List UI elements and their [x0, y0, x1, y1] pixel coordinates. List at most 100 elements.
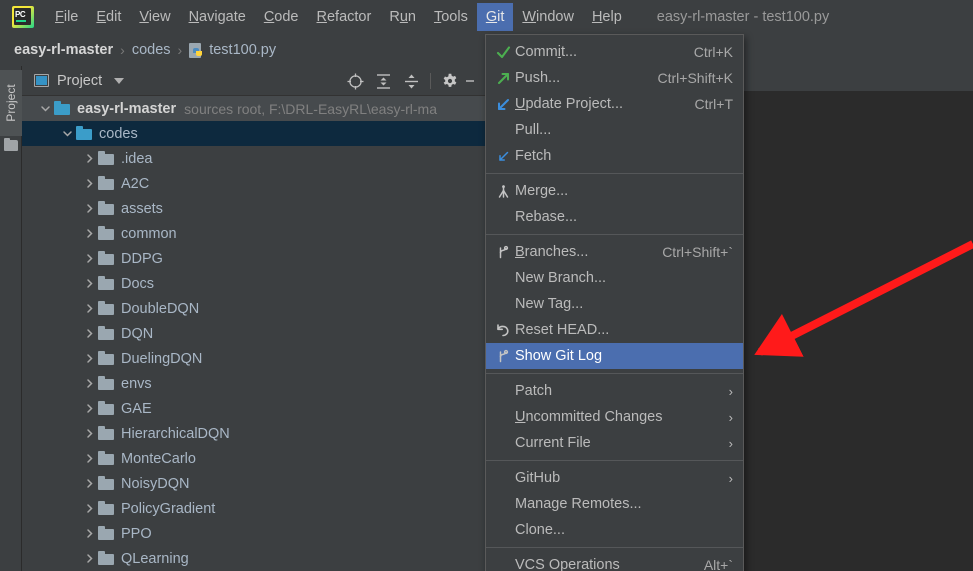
tree-row[interactable]: envs — [22, 371, 486, 396]
git-menu-item-fetch[interactable]: Fetch — [486, 143, 743, 169]
folder-icon[interactable] — [4, 138, 18, 151]
git-menu-item-label: Show Git Log — [515, 348, 603, 364]
tree-row[interactable]: .idea — [22, 146, 486, 171]
git-menu-item-github[interactable]: GitHub › — [486, 465, 743, 491]
collapse-all-icon[interactable] — [397, 68, 425, 94]
settings-gear-icon[interactable] — [436, 68, 464, 94]
chevron-right-icon[interactable] — [80, 553, 98, 564]
git-menu-item-label: Patch — [515, 383, 553, 399]
folder-blue-icon — [54, 101, 70, 115]
tree-item-label: PolicyGradient — [121, 500, 216, 517]
git-menu-item-push[interactable]: Push... Ctrl+Shift+K — [486, 65, 743, 91]
folder-icon — [98, 376, 114, 390]
chevron-right-icon[interactable] — [80, 453, 98, 464]
tree-row[interactable]: DQN — [22, 321, 486, 346]
tree-row[interactable]: codes — [22, 121, 486, 146]
menu-code[interactable]: Code — [255, 3, 308, 31]
chevron-right-icon[interactable] — [80, 253, 98, 264]
tree-row[interactable]: MonteCarlo — [22, 446, 486, 471]
tree-item-label: A2C — [121, 175, 150, 192]
menu-help[interactable]: Help — [583, 3, 631, 31]
tree-row[interactable]: GAE — [22, 396, 486, 421]
git-menu-item-new-tag[interactable]: New Tag... — [486, 291, 743, 317]
git-menu-item-branches[interactable]: Branches... Ctrl+Shift+` — [486, 239, 743, 265]
project-panel-title: Project — [57, 72, 103, 89]
chevron-right-icon[interactable] — [80, 228, 98, 239]
chevron-down-icon[interactable] — [114, 77, 125, 84]
git-menu-item-label: VCS Operations — [515, 557, 620, 571]
tree-row[interactable]: assets — [22, 196, 486, 221]
menu-edit[interactable]: Edit — [87, 3, 130, 31]
git-menu-item-manage-remotes[interactable]: Manage Remotes... — [486, 491, 743, 517]
menu-window[interactable]: Window — [513, 3, 583, 31]
chevron-right-icon[interactable] — [80, 503, 98, 514]
git-menu-item-vcs-operations[interactable]: VCS Operations Alt+` — [486, 552, 743, 571]
git-menu-item-label: Clone... — [515, 522, 565, 538]
breadcrumb-item[interactable]: test100.py — [209, 42, 276, 58]
git-menu-item-pull[interactable]: Pull... — [486, 117, 743, 143]
git-dropdown-menu[interactable]: Commit... Ctrl+K Push... Ctrl+Shift+K Update… — [485, 34, 744, 571]
menu-view[interactable]: View — [130, 3, 179, 31]
git-menu-item-label: Uncommitted Changes — [515, 409, 663, 425]
tool-window-tab-project[interactable]: Project — [0, 70, 22, 136]
chevron-right-icon[interactable] — [80, 153, 98, 164]
tree-row[interactable]: HierarchicalDQN — [22, 421, 486, 446]
menu-run[interactable]: Run — [380, 3, 425, 31]
project-tree[interactable]: easy-rl-master sources root, F:\DRL-EasyR… — [22, 96, 486, 571]
git-menu-item-clone[interactable]: Clone... — [486, 517, 743, 543]
chevron-right-icon[interactable] — [80, 428, 98, 439]
locate-icon[interactable] — [341, 68, 369, 94]
git-menu-item-rebase[interactable]: Rebase... — [486, 204, 743, 230]
tree-row[interactable]: DDPG — [22, 246, 486, 271]
menu-git[interactable]: Git — [476, 3, 514, 31]
git-menu-item-uncommitted-changes[interactable]: Uncommitted Changes › — [486, 404, 743, 430]
chevron-right-icon[interactable] — [80, 528, 98, 539]
chevron-right-icon[interactable] — [80, 403, 98, 414]
branch-icon — [491, 242, 515, 262]
no-icon — [491, 433, 515, 453]
expand-all-icon[interactable] — [369, 68, 397, 94]
breadcrumb-item[interactable]: codes — [132, 42, 171, 58]
git-menu-item-reset-head[interactable]: Reset HEAD... — [486, 317, 743, 343]
git-menu-item-current-file[interactable]: Current File › — [486, 430, 743, 456]
git-menu-item-label: GitHub — [515, 470, 561, 486]
tree-item-label: easy-rl-master — [77, 100, 177, 117]
git-menu-item-merge[interactable]: Merge... — [486, 178, 743, 204]
git-menu-item-new-branch[interactable]: New Branch... — [486, 265, 743, 291]
tree-row[interactable]: easy-rl-master sources root, F:\DRL-EasyR… — [22, 96, 486, 121]
chevron-down-icon[interactable] — [58, 128, 76, 139]
chevron-right-icon[interactable] — [80, 378, 98, 389]
git-menu-item-commit[interactable]: Commit... Ctrl+K — [486, 39, 743, 65]
menu-tools[interactable]: Tools — [425, 3, 477, 31]
chevron-right-icon[interactable] — [80, 353, 98, 364]
tree-row[interactable]: DuelingDQN — [22, 346, 486, 371]
folder-icon — [98, 401, 114, 415]
tree-item-label: NoisyDQN — [121, 475, 190, 492]
breadcrumb-item[interactable]: easy-rl-master — [14, 42, 113, 58]
chevron-right-icon[interactable] — [80, 478, 98, 489]
tree-row[interactable]: A2C — [22, 171, 486, 196]
menu-navigate[interactable]: Navigate — [180, 3, 255, 31]
git-menu-item-label: Branches... — [515, 244, 589, 260]
chevron-right-icon[interactable] — [80, 278, 98, 289]
tree-row[interactable]: QLearning — [22, 546, 486, 571]
tree-row[interactable]: DoubleDQN — [22, 296, 486, 321]
git-menu-item-patch[interactable]: Patch › — [486, 378, 743, 404]
tree-row[interactable]: common — [22, 221, 486, 246]
git-menu-item-update-project[interactable]: Update Project... Ctrl+T — [486, 91, 743, 117]
git-menu-item-show-git-log[interactable]: Show Git Log — [486, 343, 743, 369]
menu-file[interactable]: File — [46, 3, 87, 31]
chevron-right-icon[interactable] — [80, 178, 98, 189]
tree-row[interactable]: PPO — [22, 521, 486, 546]
chevron-right-icon[interactable] — [80, 328, 98, 339]
hide-icon[interactable] — [464, 68, 476, 94]
chevron-down-icon[interactable] — [36, 103, 54, 114]
chevron-right-icon[interactable] — [80, 303, 98, 314]
folder-icon — [98, 351, 114, 365]
chevron-right-icon[interactable] — [80, 203, 98, 214]
menu-refactor[interactable]: Refactor — [308, 3, 381, 31]
tree-row[interactable]: Docs — [22, 271, 486, 296]
no-icon — [491, 520, 515, 540]
tree-row[interactable]: PolicyGradient — [22, 496, 486, 521]
tree-row[interactable]: NoisyDQN — [22, 471, 486, 496]
